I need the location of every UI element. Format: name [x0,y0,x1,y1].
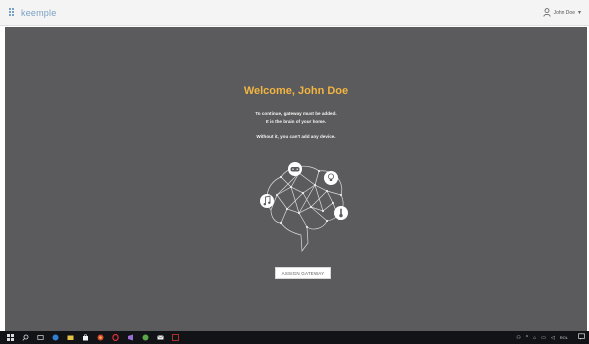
gamepad-icon [288,162,302,176]
language-indicator[interactable]: ROL [560,335,568,340]
opera-icon[interactable] [112,334,119,341]
store-icon[interactable] [82,334,89,341]
keemple-logo-icon [9,7,14,16]
chevron-up-icon[interactable]: ^ [526,335,528,341]
chevron-down-icon: ▾ [577,10,581,16]
music-note-icon [260,194,274,208]
brand[interactable]: keemple [8,7,56,19]
windows-start-icon[interactable] [7,334,14,341]
message-line-3: Without it, you can't add any device. [256,134,336,139]
battery-icon[interactable]: ▭ [541,335,546,341]
welcome-panel: Welcome, John Doe To continue, gateway m… [5,27,587,331]
main-content: Welcome, John Doe To continue, gateway m… [5,27,587,331]
welcome-title: Welcome, John Doe [243,85,349,97]
search-icon[interactable] [22,334,29,341]
taskbar-apps [0,334,179,341]
file-explorer-icon[interactable] [67,334,74,341]
chrome-icon[interactable] [97,334,104,341]
visual-studio-icon[interactable] [127,334,134,341]
user-menu[interactable]: John Doe ▾ [542,8,581,17]
edge-browser-icon[interactable] [52,334,59,341]
mail-icon[interactable] [157,334,164,341]
message-line-1: To continue, gateway must be added. [255,111,337,116]
app-icon[interactable] [142,334,149,341]
lightbulb-icon [324,171,338,185]
brain-illustration [260,162,348,252]
volume-icon[interactable]: ◁ [551,335,555,341]
user-icon [542,8,551,17]
assign-gateway-button[interactable]: ASSIGN GATEWAY [275,267,331,279]
network-icon[interactable]: ⌂ [533,335,536,341]
brand-name: keemple [21,7,57,18]
task-view-icon[interactable] [37,334,44,341]
people-icon[interactable]: ⚇ [516,335,520,341]
thermometer-icon [334,206,348,220]
app-window: keemple John Doe ▾ Welcome, John Doe To … [0,0,589,344]
system-tray: ⚇ ^ ⌂ ▭ ◁ ROL [516,331,585,344]
message-line-2: It is the brain of your home. [265,119,327,124]
top-header: keemple John Doe ▾ [0,0,589,26]
notifications-icon[interactable] [578,333,585,342]
user-name: John Doe [553,9,575,16]
windows-taskbar: ⚇ ^ ⌂ ▭ ◁ ROL [0,331,589,344]
acrobat-icon[interactable] [172,334,179,341]
